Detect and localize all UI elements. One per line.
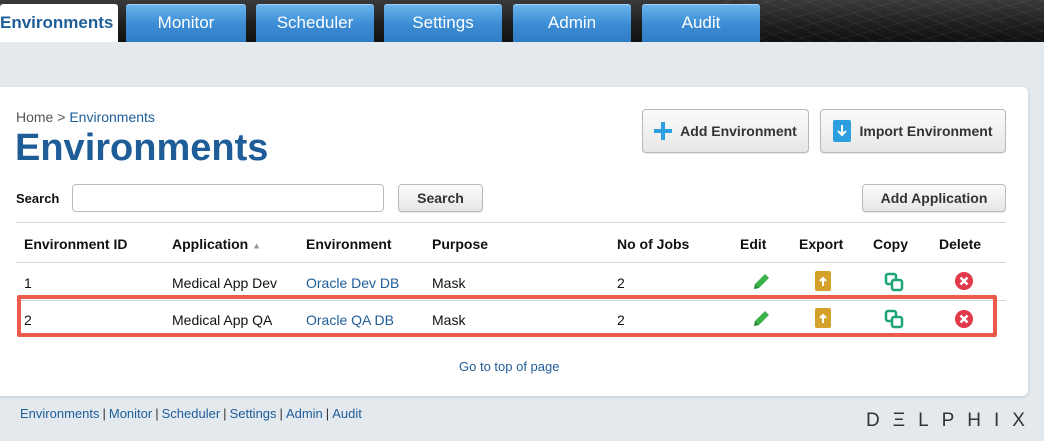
tab-environments[interactable]: Environments bbox=[0, 4, 118, 42]
breadcrumb-home[interactable]: Home bbox=[16, 109, 53, 125]
nav-background-pattern bbox=[724, 0, 1044, 42]
col-purpose[interactable]: Purpose bbox=[432, 236, 488, 252]
footer-separator: | bbox=[325, 406, 330, 421]
delphix-logo: DΞLPHIX bbox=[866, 410, 1038, 431]
tab-monitor[interactable]: Monitor bbox=[126, 4, 246, 42]
import-environment-button[interactable]: Import Environment bbox=[820, 109, 1006, 153]
col-delete: Delete bbox=[939, 236, 982, 252]
footer-link-scheduler[interactable]: Scheduler bbox=[162, 406, 221, 421]
col-env-id[interactable]: Environment ID bbox=[24, 236, 127, 252]
tab-scheduler[interactable]: Scheduler bbox=[256, 4, 374, 42]
tab-settings[interactable]: Settings bbox=[384, 4, 502, 42]
footer-nav: Environments | Monitor | Scheduler | Settings |… bbox=[20, 406, 362, 421]
import-icon bbox=[833, 120, 852, 142]
col-jobs[interactable]: No of Jobs bbox=[617, 236, 689, 252]
top-nav-bar: Environments Monitor Scheduler Settings … bbox=[0, 0, 1044, 42]
search-input[interactable] bbox=[72, 184, 384, 212]
row-highlight-box bbox=[17, 295, 997, 337]
col-edit: Edit bbox=[740, 236, 767, 252]
col-copy: Copy bbox=[873, 236, 908, 252]
pencil-icon[interactable] bbox=[751, 272, 771, 292]
search-button-label: Search bbox=[417, 190, 464, 206]
search-button[interactable]: Search bbox=[398, 184, 483, 212]
col-application-label: Application bbox=[172, 236, 249, 252]
add-application-button[interactable]: Add Application bbox=[862, 184, 1006, 212]
add-environment-button[interactable]: Add Environment bbox=[642, 109, 809, 153]
tab-admin[interactable]: Admin bbox=[513, 4, 631, 42]
add-environment-label: Add Environment bbox=[680, 123, 797, 139]
delete-icon[interactable] bbox=[955, 272, 975, 292]
add-application-label: Add Application bbox=[880, 190, 988, 206]
footer-link-admin[interactable]: Admin bbox=[286, 406, 323, 421]
row-environment-link[interactable]: Oracle Dev DB bbox=[306, 275, 399, 291]
breadcrumb-separator: > bbox=[57, 109, 66, 125]
breadcrumb: Home > Environments bbox=[16, 109, 155, 125]
copy-icon[interactable] bbox=[884, 272, 904, 292]
col-export: Export bbox=[799, 236, 844, 252]
row-environment-label: Oracle Dev DB bbox=[306, 275, 400, 291]
plus-icon bbox=[654, 122, 673, 140]
footer-link-audit[interactable]: Audit bbox=[332, 406, 362, 421]
header-divider bbox=[16, 262, 1006, 263]
row-jobs: 2 bbox=[617, 275, 625, 291]
footer-separator: | bbox=[102, 406, 106, 421]
divider bbox=[16, 222, 1006, 223]
footer-separator: | bbox=[279, 406, 283, 421]
export-icon[interactable] bbox=[815, 271, 835, 291]
row-application: Medical App Dev bbox=[172, 275, 278, 291]
import-environment-label: Import Environment bbox=[859, 123, 993, 139]
page-title: Environments bbox=[15, 127, 269, 169]
footer-separator: | bbox=[155, 406, 159, 421]
footer-link-environments[interactable]: Environments bbox=[20, 406, 99, 421]
breadcrumb-current[interactable]: Environments bbox=[69, 109, 155, 125]
col-application[interactable]: Application ▲ bbox=[172, 236, 261, 252]
tab-audit[interactable]: Audit bbox=[642, 4, 760, 42]
footer-link-monitor[interactable]: Monitor bbox=[109, 406, 152, 421]
footer-link-settings[interactable]: Settings bbox=[230, 406, 277, 421]
sort-asc-icon: ▲ bbox=[252, 240, 262, 251]
go-to-top-link[interactable]: Go to top of page bbox=[459, 359, 559, 374]
col-environment[interactable]: Environment bbox=[306, 236, 392, 252]
footer-separator: | bbox=[223, 406, 227, 421]
search-label: Search bbox=[16, 191, 60, 206]
row-env-id: 1 bbox=[24, 275, 32, 291]
row-purpose: Mask bbox=[432, 275, 466, 291]
